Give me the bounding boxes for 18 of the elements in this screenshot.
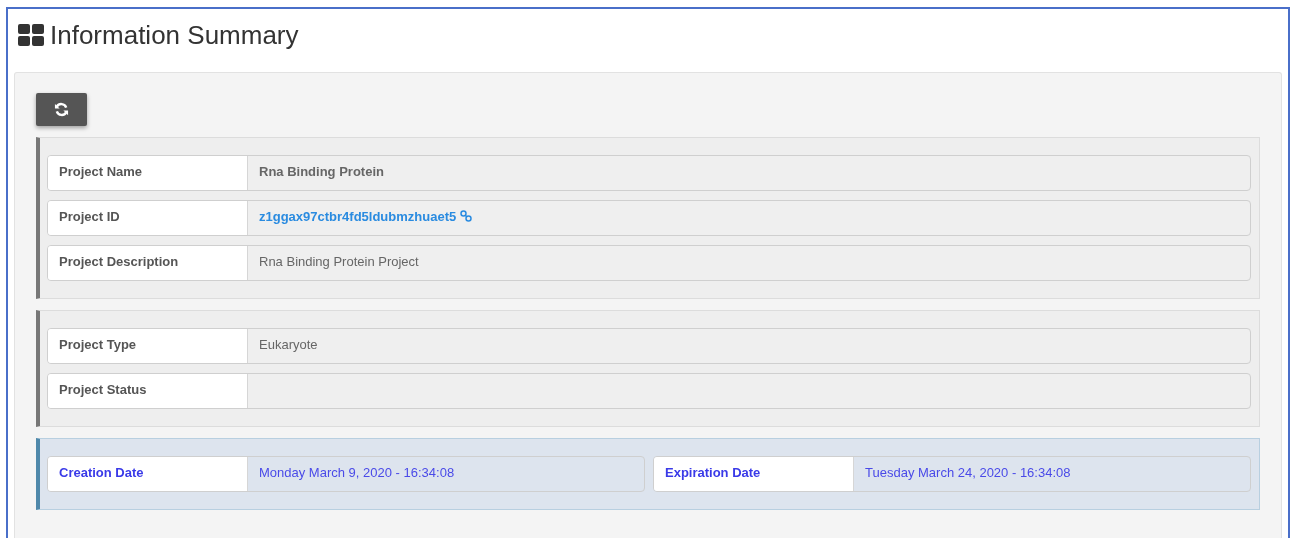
field-label: Project Name: [48, 156, 248, 190]
refresh-button[interactable]: [36, 93, 87, 126]
refresh-icon: [54, 102, 69, 117]
link-icon[interactable]: [460, 210, 473, 222]
field-label: Project Status: [48, 374, 248, 408]
page-title: Information Summary: [50, 19, 299, 51]
value-cell-text: Tuesday March 24, 2020 - 16:34:08: [864, 464, 1072, 482]
value-cell-text: Monday March 9, 2020 - 16:34:08: [258, 464, 456, 482]
field-label: Project Description: [48, 246, 248, 280]
value-cell-text: Rna Binding Protein: [258, 163, 385, 181]
field-label: Project Type: [48, 329, 248, 363]
field-label: Creation Date: [48, 457, 248, 491]
value-cell-text: Rna Binding Protein Project: [258, 253, 420, 271]
grid-icon: [18, 24, 44, 46]
value-cell-text: Eukaryote: [258, 336, 319, 354]
field-label: Project ID: [48, 201, 248, 235]
project-id-link[interactable]: z1ggax97ctbr4fd5ldubmzhuaet5: [259, 209, 457, 224]
field-label: Expiration Date: [654, 457, 854, 491]
